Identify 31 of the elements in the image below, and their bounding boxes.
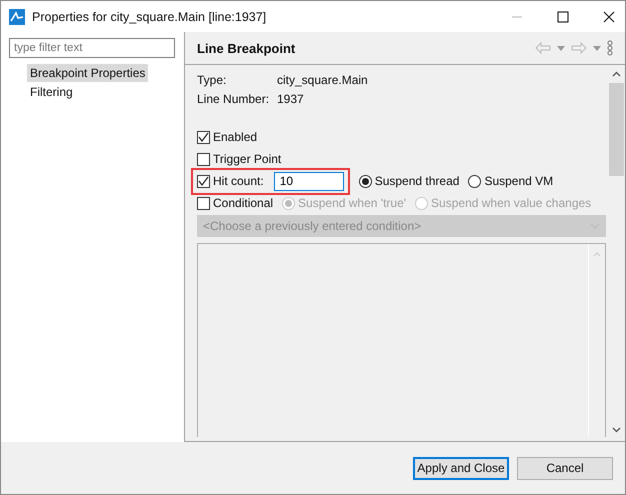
forward-arrow-icon[interactable] bbox=[571, 42, 587, 54]
scrollbar-thumb[interactable] bbox=[609, 83, 624, 176]
field-label: Type: bbox=[197, 73, 228, 88]
scroll-down-icon[interactable] bbox=[612, 427, 621, 433]
checkbox[interactable]: Hit count: bbox=[197, 174, 264, 188]
caret-icon[interactable] bbox=[557, 46, 565, 50]
app-icon bbox=[9, 8, 25, 24]
radio-button[interactable]: Suspend VM bbox=[468, 174, 554, 188]
more-options-icon[interactable] bbox=[607, 40, 613, 56]
close-icon[interactable] bbox=[603, 10, 615, 22]
checkmark-icon bbox=[198, 176, 209, 186]
checkbox[interactable]: Enabled bbox=[197, 130, 258, 144]
filter-field[interactable]: type filter text bbox=[9, 38, 175, 58]
checkmark-icon bbox=[198, 132, 209, 142]
radio-button[interactable]: Suspend thread bbox=[358, 174, 460, 188]
checkbox[interactable]: Trigger Point bbox=[197, 152, 282, 166]
scroll-up-icon[interactable] bbox=[612, 71, 621, 77]
checkbox[interactable]: Conditional bbox=[197, 196, 274, 210]
caret-icon[interactable] bbox=[593, 46, 601, 50]
tree-item[interactable]: Breakpoint Properties bbox=[27, 64, 148, 82]
hit-count-field[interactable]: 10 bbox=[274, 172, 344, 190]
field-value: 1937 bbox=[277, 92, 305, 107]
back-arrow-icon[interactable] bbox=[535, 42, 551, 54]
maximize-icon[interactable] bbox=[557, 10, 569, 22]
dialog-button[interactable]: Cancel bbox=[517, 456, 613, 480]
dialog-button[interactable]: Apply and Close bbox=[413, 456, 509, 480]
window-title: Properties for city_square.Main [line:1937] bbox=[32, 10, 266, 24]
page-title: Line Breakpoint bbox=[197, 40, 296, 56]
field-value: city_square.Main bbox=[277, 73, 369, 88]
tree-item[interactable]: Filtering bbox=[27, 83, 76, 101]
field-label: Line Number: bbox=[197, 92, 270, 107]
